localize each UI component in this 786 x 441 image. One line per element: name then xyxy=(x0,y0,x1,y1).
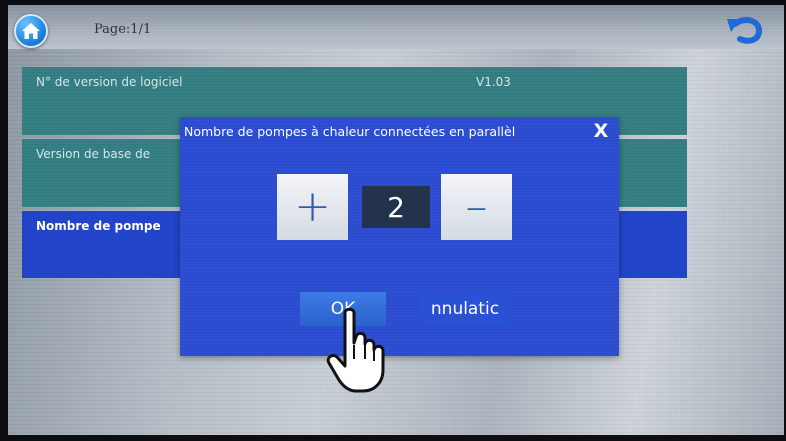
row-label: N° de version de logiciel xyxy=(36,75,183,89)
pump-count-value: 2 xyxy=(362,186,430,228)
pointing-hand-icon xyxy=(326,307,385,393)
decrement-button[interactable]: – xyxy=(441,174,512,240)
page-indicator: Page:1/1 xyxy=(94,22,152,37)
close-button[interactable]: X xyxy=(590,120,612,142)
increment-button[interactable]: + xyxy=(277,174,348,240)
home-icon xyxy=(22,23,40,39)
top-bar: Page:1/1 xyxy=(8,5,784,49)
row-value: V1.03 xyxy=(476,75,511,89)
back-button[interactable] xyxy=(724,14,766,46)
home-button[interactable] xyxy=(14,14,48,48)
dialog-title: Nombre de pompes à chaleur connectées en… xyxy=(184,124,516,139)
touch-screen: Page:1/1 N° de version de logiciel V1.03… xyxy=(8,5,784,435)
row-label: Nombre de pompe xyxy=(36,219,161,233)
undo-arrow-icon xyxy=(727,16,763,44)
row-label: Version de base de xyxy=(36,147,151,161)
cancel-button[interactable]: nnulatic xyxy=(420,292,510,326)
